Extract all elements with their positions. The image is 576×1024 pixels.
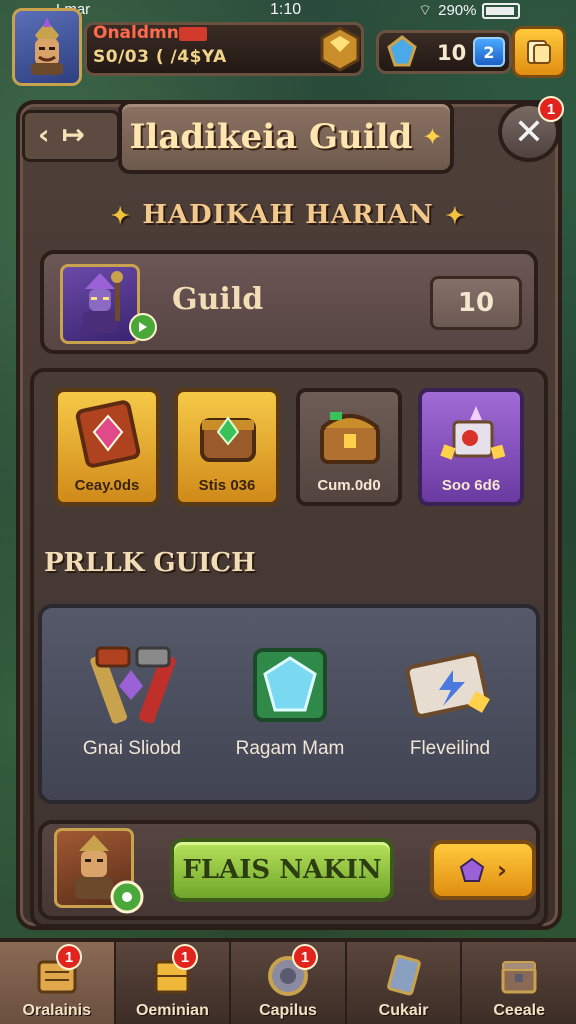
guild-item-1[interactable]: Gnai Sliobd xyxy=(52,640,212,760)
tab-badge-oralainis: 1 xyxy=(56,944,82,970)
arrow-right-icon[interactable]: ↦ xyxy=(62,118,85,151)
claim-button[interactable]: FLAIS NAKIN xyxy=(170,838,394,902)
arrow-left-icon[interactable]: ‹ xyxy=(38,118,50,151)
crossed-hammers-icon xyxy=(90,646,176,724)
daily-heading: ✦ HADIKAH HARIAN ✦ xyxy=(0,200,576,230)
gem-icon xyxy=(459,857,485,882)
tab-ceeale[interactable]: Ceeale xyxy=(462,942,576,1024)
wifi-icon: ⌔ xyxy=(418,2,433,19)
treasure-chest-icon xyxy=(320,412,380,464)
player-stats: S0/03 ( /4$YA xyxy=(93,47,227,67)
reward-label-2: Stis 036 xyxy=(198,477,256,494)
reward-card-4[interactable]: Soo 6d6 xyxy=(418,388,524,506)
magic-tome-icon xyxy=(405,652,490,718)
tab-cukair[interactable]: Cukair xyxy=(347,942,463,1024)
guild-item-label-1: Gnai Sliobd xyxy=(82,738,182,759)
star-right-icon: ✦ xyxy=(445,203,466,229)
star-icon: ✦ xyxy=(422,123,443,151)
close-notification-badge: 1 xyxy=(538,96,564,122)
chest-icon xyxy=(501,961,537,994)
guild-item-3[interactable]: Fleveilind xyxy=(370,640,530,760)
menu-button[interactable] xyxy=(512,26,566,78)
tab-badge-oeminian: 1 xyxy=(172,944,198,970)
next-button[interactable]: › xyxy=(430,840,536,900)
tab-label: Cukair xyxy=(378,1002,429,1019)
knight-portrait-icon xyxy=(31,17,63,75)
tab-label: Oralainis xyxy=(22,1002,92,1019)
title-plate: Iladikeia Guild ✦ xyxy=(118,100,454,174)
guild-value: 10 xyxy=(430,276,522,330)
guild-item-2[interactable]: Ragam Mam xyxy=(210,640,370,760)
star-left-icon: ✦ xyxy=(110,203,131,229)
status-right: ⌔ 290% xyxy=(418,1,521,20)
player-avatar[interactable] xyxy=(12,8,82,86)
reward-card-1[interactable]: Ceay.0ds xyxy=(54,388,160,506)
card-icon xyxy=(386,954,421,996)
tab-capilus[interactable]: Capilus xyxy=(231,942,347,1024)
guild-item-label-3: Fleveilind xyxy=(409,738,491,759)
reward-label-4: Soo 6d6 xyxy=(441,477,501,494)
tab-label: Ceeale xyxy=(493,1002,545,1019)
battery-percent: 290% xyxy=(438,2,477,19)
crystal-shield-icon xyxy=(253,648,327,722)
tab-label: Oeminian xyxy=(135,1002,209,1019)
bottom-nav: Oralainis Oeminian Capilus Cukair Ceeale xyxy=(0,938,576,1024)
chevron-right-icon: › xyxy=(497,856,507,884)
close-icon: ✕ xyxy=(513,111,545,153)
plus-badge-icon xyxy=(129,313,157,341)
currency-panel: 10 2 xyxy=(376,30,512,74)
currency-badge[interactable]: 2 xyxy=(473,37,505,67)
guild-label: Guild xyxy=(172,282,264,317)
status-time: 1:10 xyxy=(270,1,302,18)
mage-portrait-icon xyxy=(83,271,123,333)
reward-card-2[interactable]: Stis 036 xyxy=(174,388,280,506)
emerald-chest-icon xyxy=(200,416,256,462)
reward-card-3[interactable]: Cum.0d0 xyxy=(296,388,402,506)
player-name: Onaldmn xyxy=(93,23,179,43)
ruby-frame-icon xyxy=(75,400,141,468)
crystal-icon xyxy=(387,35,417,67)
currency-value: 10 xyxy=(437,41,467,65)
daily-heading-text: HADIKAH HARIAN xyxy=(142,200,434,230)
reward-label-3: Cum.0d0 xyxy=(317,477,381,494)
guild-item-label-2: Ragam Mam xyxy=(235,738,345,759)
flag-icon xyxy=(179,27,207,41)
crystal-box-icon xyxy=(440,406,506,460)
gem-box-icon[interactable] xyxy=(318,26,362,72)
status-bar: Lmar 1:10 ⌔ 290% xyxy=(0,0,576,22)
battery-icon xyxy=(482,2,521,19)
add-circle-icon[interactable] xyxy=(110,880,144,914)
tab-badge-capilus: 1 xyxy=(292,944,318,970)
tab-label: Capilus xyxy=(259,1002,317,1019)
guild-row[interactable]: Guild 10 xyxy=(40,250,538,354)
page-title: Iladikeia Guild xyxy=(129,117,413,157)
guild-section-heading: PRLLK GUICH xyxy=(44,548,256,578)
panel-nav: ‹ ↦ xyxy=(38,118,85,151)
reward-label-1: Ceay.0ds xyxy=(74,477,140,494)
card-menu-icon xyxy=(527,40,551,64)
